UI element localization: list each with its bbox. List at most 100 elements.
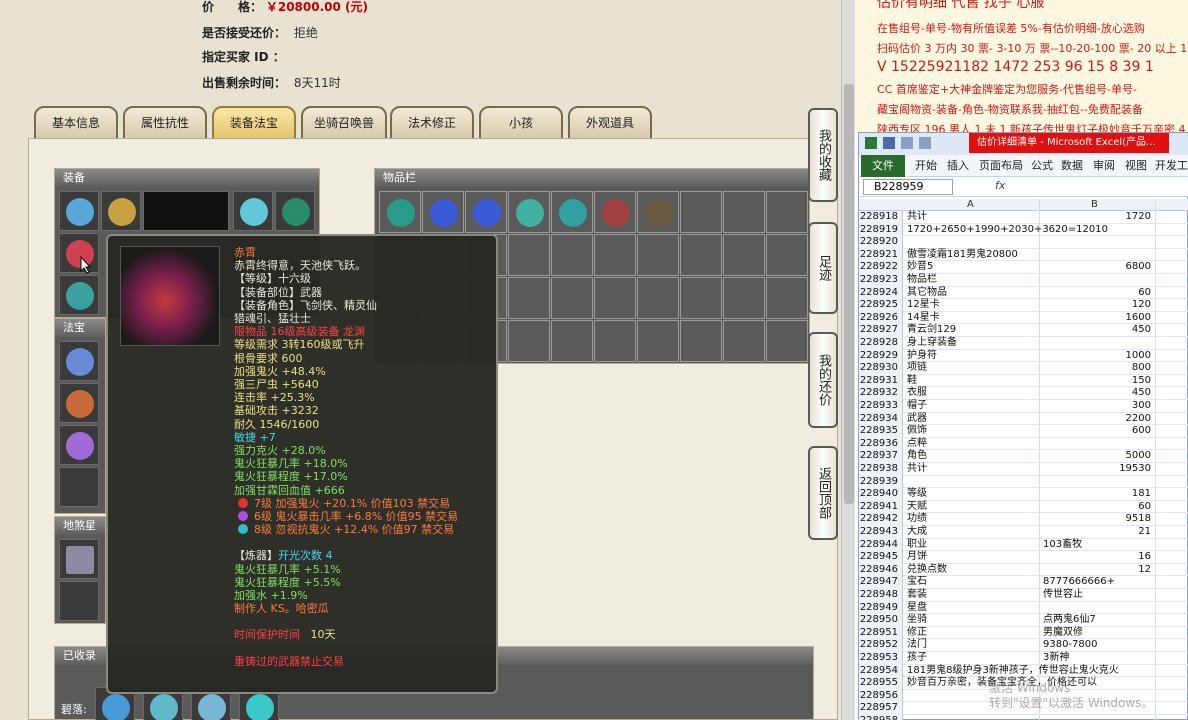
table-row[interactable]: 228930 项链 800 [859,362,1188,375]
row-number[interactable]: 228945 [859,551,903,564]
table-row[interactable]: 228942 功绩 9518 [859,513,1188,526]
table-row[interactable]: 228937 角色 5000 [859,450,1188,463]
ribbon-tab-page-layout[interactable]: 页面布局 [979,155,1023,177]
cell-a[interactable]: 天赋 [907,501,927,514]
cell-a[interactable]: 护身符 [907,350,937,363]
table-row[interactable]: 228936 点粹 [859,437,1188,451]
row-number[interactable]: 228928 [859,337,903,350]
ribbon-tab-home[interactable]: 开始 [915,155,937,177]
table-row[interactable]: 228938 共计 19530 [859,463,1188,476]
cell-b[interactable]: 300 [1043,400,1151,413]
row-number[interactable]: 228932 [859,387,903,400]
row-number[interactable]: 228957 [859,702,903,715]
table-row[interactable]: 228947 宝石 8777666666+ [859,576,1188,589]
cell-b[interactable]: 181 [1043,488,1151,501]
table-row[interactable]: 228941 天赋 60 [859,500,1188,514]
inventory-slot[interactable] [594,191,636,233]
fabao-slot[interactable] [59,341,99,381]
row-number[interactable]: 228919 [859,223,903,237]
inventory-slot[interactable] [551,191,593,233]
inventory-slot[interactable] [594,277,636,319]
inventory-slot[interactable] [551,234,593,276]
fabao-slot[interactable] [59,383,99,423]
inventory-slot[interactable] [637,234,679,276]
cell-a[interactable]: 角色 [907,450,927,463]
cell-b[interactable]: 5000 [1043,450,1151,463]
row-number[interactable]: 228938 [859,463,903,476]
table-row[interactable]: 228949 星盘 [859,601,1188,615]
table-row[interactable]: 228932 衣服 450 [859,387,1188,400]
row-number[interactable]: 228955 [859,677,903,690]
page-scrollbar-thumb[interactable] [844,84,854,504]
row-number[interactable]: 228948 [859,589,903,602]
inventory-slot[interactable] [508,191,550,233]
table-row[interactable]: 228943 大成 21 [859,526,1188,539]
table-row[interactable]: 228946 兑换点数 12 [859,563,1188,577]
inventory-slot[interactable] [723,191,765,233]
table-row[interactable]: 228939 [859,475,1188,489]
cell-b[interactable]: 1000 [1043,350,1151,363]
cell-b[interactable]: 1720 [1043,211,1151,224]
inventory-slot[interactable] [465,191,507,233]
table-row[interactable]: 228933 帽子 300 [859,400,1188,413]
row-number[interactable]: 228930 [859,362,903,375]
ribbon-tab-developer[interactable]: 开发工 [1155,155,1188,177]
row-number[interactable]: 228943 [859,526,903,539]
cell-a[interactable]: 帽子 [907,400,927,413]
table-row[interactable]: 228926 14星卡 1600 [859,311,1188,325]
tab-spell-correction[interactable]: 法术修正 [390,106,474,140]
row-number[interactable]: 228956 [859,689,903,703]
cell-a[interactable]: 衣服 [907,387,927,400]
row-number[interactable]: 228946 [859,563,903,577]
row-number[interactable]: 228929 [859,349,903,363]
row-number[interactable]: 228934 [859,412,903,426]
inventory-slot[interactable] [508,277,550,319]
inventory-slot[interactable] [766,234,808,276]
inventory-slot[interactable] [766,191,808,233]
table-row[interactable]: 228929 护身符 1000 [859,349,1188,363]
cell-b[interactable]: 21 [1043,526,1151,539]
cell-a[interactable]: 共计 [907,211,927,224]
cell-b[interactable]: 9518 [1043,513,1151,526]
cell-b[interactable]: 2200 [1043,413,1151,426]
table-row[interactable]: 228953 孩子 3新神 [859,652,1188,665]
cell-a[interactable]: 等级 [907,488,927,501]
inventory-slot[interactable] [680,320,722,362]
row-number[interactable]: 228927 [859,324,903,337]
inventory-slot[interactable] [379,191,421,233]
redo-icon[interactable] [919,137,931,149]
inventory-slot[interactable] [680,277,722,319]
row-number[interactable]: 228926 [859,311,903,325]
inventory-slot[interactable] [637,191,679,233]
inventory-slot[interactable] [594,234,636,276]
table-row[interactable]: 228931 鞋 150 [859,374,1188,388]
row-number[interactable]: 228940 [859,488,903,501]
inventory-slot[interactable] [508,320,550,362]
row-number[interactable]: 228952 [859,639,903,652]
my-bargain-button[interactable]: 我的还价 [808,332,838,428]
inventory-slot[interactable] [637,277,679,319]
ribbon-tab-review[interactable]: 审阅 [1093,155,1115,177]
table-row[interactable]: 228935 佩饰 600 [859,425,1188,438]
cell-a[interactable]: 鞋 [907,375,917,388]
cell-b[interactable]: 16 [1043,551,1151,564]
cell-a[interactable]: 傲雪凌霜181男鬼20800 [907,249,1018,262]
table-row[interactable]: 228945 月饼 16 [859,551,1188,564]
tab-children[interactable]: 小孩 [479,106,563,140]
cell-b[interactable]: 450 [1043,324,1151,337]
row-number[interactable]: 228920 [859,236,903,249]
inventory-slot[interactable] [551,320,593,362]
ribbon-tab-data[interactable]: 数据 [1061,155,1083,177]
row-number[interactable]: 228937 [859,450,903,463]
row-number[interactable]: 228958 [859,715,903,720]
cell-a[interactable]: 181男鬼8级护身3新神孩子，传世容止鬼火克火 [907,665,1119,678]
cell-a[interactable]: 修正 [907,627,927,640]
cell-a[interactable]: 物品栏 [907,274,937,287]
cell-b[interactable]: 60 [1043,501,1151,514]
column-a-header[interactable]: A [967,199,974,211]
tab-equipment[interactable]: 装备法宝 [212,106,296,140]
ribbon-tab-formulas[interactable]: 公式 [1031,155,1053,177]
cell-a[interactable]: 月饼 [907,551,927,564]
cell-b[interactable]: 103畜牧 [1043,539,1082,552]
cell-a[interactable]: 佩饰 [907,425,927,438]
